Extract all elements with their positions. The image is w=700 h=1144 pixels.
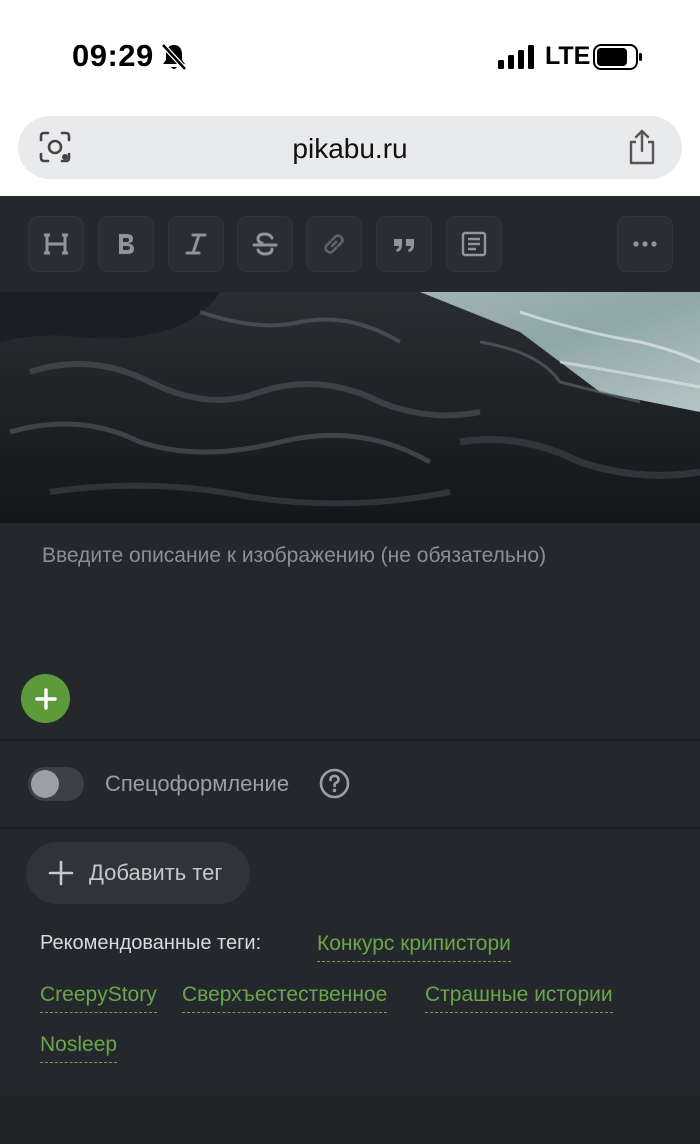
recommended-tags-label: Рекомендованные теги: (40, 932, 262, 954)
heading-icon (44, 233, 68, 255)
italic-icon (185, 233, 207, 255)
toggle-knob (31, 770, 59, 798)
link-button[interactable] (306, 216, 362, 272)
tag-scary-stories[interactable]: Страшные истории (425, 983, 613, 1013)
tag-creepystory[interactable]: CreepyStory (40, 983, 157, 1013)
divider (0, 739, 700, 741)
more-icon (633, 241, 657, 247)
add-tag-button[interactable]: Добавить тег (26, 842, 250, 904)
formatting-toolbar (0, 196, 700, 292)
post-image[interactable] (0, 292, 700, 523)
share-icon[interactable] (626, 128, 658, 166)
strikethrough-icon (252, 232, 278, 256)
quote-icon (394, 239, 414, 252)
address-bar[interactable]: pikabu.ru (18, 116, 682, 179)
signal-icon (498, 45, 534, 69)
bold-button[interactable] (98, 216, 154, 272)
plus-icon (34, 687, 57, 710)
add-tag-label: Добавить тег (89, 860, 223, 885)
special-format-toggle[interactable] (28, 767, 84, 801)
more-button[interactable] (617, 216, 673, 272)
special-format-label: Спецоформление (105, 771, 290, 796)
strikethrough-button[interactable] (237, 216, 293, 272)
battery-icon (593, 44, 642, 70)
plus-icon (48, 860, 74, 886)
divider (0, 827, 700, 829)
browser-address-area: pikabu.ru (0, 104, 700, 196)
bold-icon (119, 234, 134, 254)
tag-nosleep[interactable]: Nosleep (40, 1033, 118, 1063)
image-caption-input[interactable]: Введите описание к изображению (не обяза… (42, 544, 546, 568)
bottom-panel (0, 1096, 700, 1144)
heading-button[interactable] (28, 216, 84, 272)
rocks-photo (0, 292, 700, 523)
help-icon[interactable] (319, 768, 350, 799)
clock: 09:29 (72, 38, 154, 73)
bell-muted-icon (161, 43, 187, 71)
link-icon (324, 234, 344, 254)
status-bar: 09:29 LTE (0, 0, 700, 104)
paragraph-icon (461, 231, 487, 257)
url-text: pikabu.ru (292, 133, 408, 164)
quote-button[interactable] (376, 216, 432, 272)
network-type: LTE (545, 42, 591, 70)
add-block-button[interactable] (21, 674, 70, 723)
tag-konkurs[interactable]: Конкурс крипистори (317, 932, 511, 962)
italic-button[interactable] (168, 216, 224, 272)
tag-supernatural[interactable]: Сверхъестественное (182, 983, 388, 1013)
paragraph-button[interactable] (446, 216, 502, 272)
